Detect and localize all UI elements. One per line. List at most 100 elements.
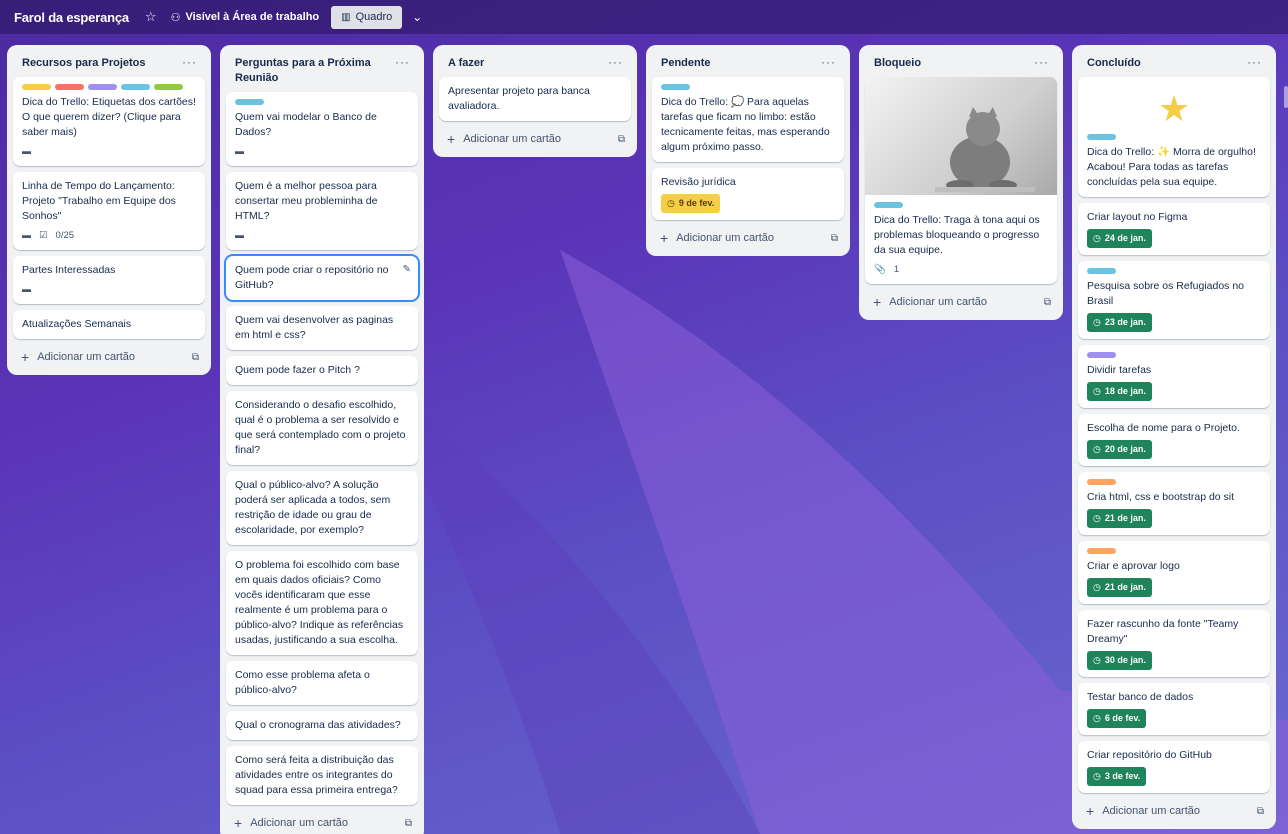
card[interactable]: Fazer rascunho da fonte "Teamy Dreamy" ◷… [1078, 610, 1270, 677]
list-title[interactable]: Recursos para Projetos [22, 56, 146, 71]
card[interactable]: Quem é a melhor pessoa para consertar me… [226, 172, 418, 250]
card[interactable]: Considerando o desafio escolhido, qual é… [226, 391, 418, 465]
chevron-down-icon[interactable]: ⌄ [412, 10, 422, 24]
due-date-badge[interactable]: ◷ 3 de fev. [1087, 767, 1147, 786]
label-purple [1087, 352, 1116, 358]
list-header: Recursos para Projetos ··· [13, 45, 205, 77]
more-icon[interactable]: ··· [1247, 56, 1262, 68]
board-title[interactable]: Farol da esperança [14, 10, 129, 25]
due-date-badge[interactable]: ◷ 6 de fev. [1087, 709, 1147, 728]
due-date-badge[interactable]: ◷ 18 de jan. [1087, 382, 1152, 401]
attachment-count: 1 [893, 264, 900, 275]
due-date-badge[interactable]: ◷ 9 de fev. [661, 194, 721, 213]
due-date-badge[interactable]: ◷ 23 de jan. [1087, 313, 1152, 332]
template-icon[interactable]: ⧉ [1257, 806, 1264, 817]
template-icon[interactable]: ⧉ [405, 818, 412, 829]
card[interactable]: Criar layout no Figma ◷ 24 de jan. [1078, 203, 1270, 255]
due-date-badge[interactable]: ◷ 21 de jan. [1087, 578, 1152, 597]
card-badges: ▬ [235, 144, 409, 159]
due-date-badge[interactable]: ◷ 24 de jan. [1087, 229, 1152, 248]
clock-icon: ◷ [1093, 582, 1101, 592]
card-title: Atualizações Semanais [22, 318, 132, 330]
card[interactable]: Dica do Trello: Etiquetas dos cartões! O… [13, 77, 205, 166]
paperclip-icon: 📎 [874, 264, 886, 275]
add-card-label: Adicionar um cartão [889, 296, 988, 308]
list-title[interactable]: Bloqueio [874, 56, 921, 71]
board-icon: ▥ [341, 11, 351, 23]
plus-icon: + [873, 294, 882, 310]
card[interactable]: Revisão jurídica ◷ 9 de fev. [652, 168, 844, 220]
add-card-button[interactable]: + Adicionar um cartão ⧉ [13, 345, 205, 369]
description-icon: ▬ [22, 230, 31, 240]
board-view-button[interactable]: ▥ Quadro [331, 5, 403, 29]
card[interactable]: Partes Interessadas ▬ [13, 256, 205, 304]
card[interactable]: Apresentar projeto para banca avaliadora… [439, 77, 631, 121]
template-icon[interactable]: ⧉ [1044, 297, 1051, 308]
card[interactable]: Testar banco de dados ◷ 6 de fev. [1078, 683, 1270, 735]
card[interactable]: Como esse problema afeta o público-alvo? [226, 661, 418, 705]
pencil-icon[interactable]: ✎ [403, 262, 411, 277]
card[interactable]: Quem pode criar o repositório no GitHub?… [224, 254, 420, 302]
visibility-button[interactable]: ⚇ Visível à Área de trabalho [171, 11, 320, 24]
card-title: Quem é a melhor pessoa para consertar me… [235, 180, 378, 222]
star-icon[interactable]: ☆ [145, 9, 157, 25]
list-title[interactable]: A fazer [448, 56, 484, 71]
card[interactable]: Pesquisa sobre os Refugiados no Brasil ◷… [1078, 261, 1270, 339]
label-sky [874, 202, 903, 208]
more-icon[interactable]: ··· [182, 56, 197, 68]
more-icon[interactable]: ··· [1034, 56, 1049, 68]
card-badges: ▬ [22, 282, 196, 297]
due-date-badge[interactable]: ◷ 20 de jan. [1087, 440, 1152, 459]
label-sky [1087, 134, 1116, 140]
card[interactable]: Qual o público-alvo? A solução poderá se… [226, 471, 418, 545]
card[interactable]: Linha de Tempo do Lançamento: Projeto "T… [13, 172, 205, 250]
card[interactable]: Criar e aprovar logo ◷ 21 de jan. [1078, 541, 1270, 604]
card[interactable]: ★ Dica do Trello: ✨ Morra de orgulho! Ac… [1078, 77, 1270, 197]
card[interactable]: Qual o cronograma das atividades? [226, 711, 418, 740]
card-title: Qual o cronograma das atividades? [235, 719, 401, 731]
more-icon[interactable]: ··· [395, 56, 410, 68]
card[interactable]: Dica do Trello: Traga à tona aqui os pro… [865, 77, 1057, 284]
card[interactable]: Dividir tarefas ◷ 18 de jan. [1078, 345, 1270, 408]
card-labels [1087, 268, 1261, 274]
list-title[interactable]: Pendente [661, 56, 711, 71]
card-labels [22, 84, 196, 90]
add-card-button[interactable]: + Adicionar um cartão ⧉ [1078, 799, 1270, 823]
template-icon[interactable]: ⧉ [192, 352, 199, 363]
label-sky [661, 84, 690, 90]
add-card-button[interactable]: + Adicionar um cartão ⧉ [439, 127, 631, 151]
list-title[interactable]: Concluído [1087, 56, 1141, 71]
horizontal-scroll-handle[interactable] [1284, 86, 1288, 108]
add-card-button[interactable]: + Adicionar um cartão ⧉ [226, 811, 418, 834]
card[interactable]: Atualizações Semanais [13, 310, 205, 339]
card-badges: ▬ [235, 228, 409, 243]
card[interactable]: Quem pode fazer o Pitch ? [226, 356, 418, 385]
due-date-badge[interactable]: ◷ 30 de jan. [1087, 651, 1152, 670]
template-icon[interactable]: ⧉ [618, 134, 625, 145]
description-icon: ▬ [235, 230, 244, 240]
list-pendente: Pendente ··· Dica do Trello: 💭 Para aque… [646, 45, 850, 256]
card[interactable]: Quem vai modelar o Banco de Dados? ▬ [226, 92, 418, 166]
cat-image [935, 107, 1035, 192]
card[interactable]: Dica do Trello: 💭 Para aquelas tarefas q… [652, 77, 844, 162]
card[interactable]: Escolha de nome para o Projeto. ◷ 20 de j… [1078, 414, 1270, 466]
card[interactable]: O problema foi escolhido com base em qua… [226, 551, 418, 655]
list-title[interactable]: Perguntas para a Próxima Reunião [235, 56, 395, 86]
card-title: Testar banco de dados [1087, 691, 1194, 703]
add-card-button[interactable]: + Adicionar um cartão ⧉ [865, 290, 1057, 314]
card[interactable]: Cria html, css e bootstrap do sit ◷ 21 de… [1078, 472, 1270, 535]
card[interactable]: Como será feita a distribuição das ativi… [226, 746, 418, 805]
plus-icon: + [234, 815, 243, 831]
label-purple [88, 84, 117, 90]
star-sticker-icon: ★ [1157, 88, 1191, 129]
checklist-count: 0/25 [55, 230, 75, 241]
card-title: Considerando o desafio escolhido, qual é… [235, 399, 406, 456]
card[interactable]: Quem vai desenvolver as paginas em html … [226, 306, 418, 350]
list-bloqueio: Bloqueio ··· Dica do Trello: Traga à ton… [859, 45, 1063, 320]
more-icon[interactable]: ··· [608, 56, 623, 68]
template-icon[interactable]: ⧉ [831, 233, 838, 244]
card[interactable]: Criar repositório do GitHub ◷ 3 de fev. [1078, 741, 1270, 793]
add-card-button[interactable]: + Adicionar um cartão ⧉ [652, 226, 844, 250]
more-icon[interactable]: ··· [821, 56, 836, 68]
due-date-badge[interactable]: ◷ 21 de jan. [1087, 509, 1152, 528]
